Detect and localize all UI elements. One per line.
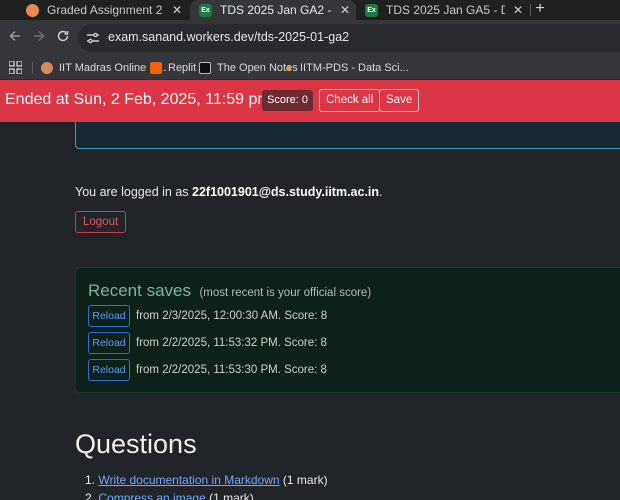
score-badge: Score: 0 [262,90,313,111]
forward-arrow-icon [34,30,45,42]
tab-title: TDS 2025 Jan GA2 - Deployment [220,3,332,17]
tab-separator [530,4,531,16]
bookmark-iitm-pds[interactable]: IITM-PDS - Data Sci... [286,60,409,76]
recent-saves-header: Recent saves (most recent is your offici… [88,281,371,301]
excel-favicon-icon: Ex [199,3,212,17]
deadline-text: Ended at Sun, 2 Feb, 2025, 11:59 pm IST [5,91,301,108]
bookmark-label: IITM-PDS - Data Sci... [300,62,409,74]
bookmark-open-notes[interactable]: The Open Notes [199,60,298,76]
login-suffix: . [379,185,383,199]
replit-icon [150,62,162,74]
question-link[interactable]: Write documentation in Markdown [98,473,279,487]
save-row: Reload from 2/3/2025, 12:00:30 AM. Score… [88,305,327,327]
question-marks: (1 mark) [209,491,254,500]
save-button[interactable]: Save [379,89,420,112]
recent-saves-subtitle: (most recent is your official score) [199,287,372,299]
refresh-icon [57,30,69,42]
close-tab-icon[interactable]: ✕ [170,3,184,17]
question-number: 2. [85,491,96,500]
bookmark-label: Replit [168,62,197,74]
save-info: from 2/2/2025, 11:53:32 PM. Score: 8 [136,337,327,349]
questions-heading: Questions [75,429,197,459]
question-item: 1. Write documentation in Markdown (1 ma… [85,473,328,487]
tab-title: Graded Assignment 2 :: IITM Onl [47,3,164,17]
save-row: Reload from 2/2/2025, 11:53:32 PM. Score… [88,332,327,354]
question-number: 1. [85,473,96,487]
user-email: 22f1001901@ds.study.iitm.ac.in [192,185,380,199]
site-settings-icon[interactable] [86,31,100,45]
tab-tds-ga2[interactable]: Ex TDS 2025 Jan GA2 - Deployment ✕ [190,0,356,20]
notes-icon [199,62,211,74]
new-tab-button[interactable]: + [533,0,547,20]
recent-saves-card: Recent saves (most recent is your offici… [75,267,620,393]
reload-button[interactable]: Reload [88,332,130,354]
browser-toolbar: exam.sanand.workers.dev/tds-2025-01-ga2 [0,20,620,56]
tab-tds-ga5[interactable]: Ex TDS 2025 Jan GA5 - Data Prepar ✕ [365,0,525,20]
dot-icon [286,65,291,71]
recent-saves-title: Recent saves [88,281,191,300]
back-button[interactable] [6,29,24,47]
login-status: You are logged in as 22f1001901@ds.study… [75,185,383,199]
question-item: 2. Compress an image (1 mark) [85,491,254,500]
tab-graded-assignment[interactable]: Graded Assignment 2 :: IITM Onl ✕ [26,0,184,20]
tab-strip: Graded Assignment 2 :: IITM Onl ✕ Ex TDS… [0,0,620,20]
save-info: from 2/3/2025, 12:00:30 AM. Score: 8 [136,310,328,322]
tab-title: TDS 2025 Jan GA5 - Data Prepar [386,3,505,17]
page-content: You are logged in as 22f1001901@ds.study… [0,122,620,500]
instructions-card [75,122,620,149]
address-bar[interactable]: exam.sanand.workers.dev/tds-2025-01-ga2 [78,24,620,52]
close-tab-icon[interactable]: ✕ [511,3,525,17]
logout-button[interactable]: Logout [75,211,127,233]
bookmark-iitm-online[interactable]: IIT Madras Online D... [41,60,166,76]
reload-button[interactable]: Reload [88,359,130,381]
login-prefix: You are logged in as [75,185,192,199]
back-arrow-icon [9,30,20,42]
reload-button[interactable]: Reload [88,305,130,327]
forward-button[interactable] [30,29,48,47]
save-info: from 2/2/2025, 11:53:30 PM. Score: 8 [136,364,327,376]
question-link[interactable]: Compress an image [98,491,205,500]
deadline-banner: Ended at Sun, 2 Feb, 2025, 11:59 pm IST … [0,80,620,122]
url-text: exam.sanand.workers.dev/tds-2025-01-ga2 [108,30,350,44]
excel-favicon-icon: Ex [365,3,378,17]
bookmark-replit[interactable]: Replit [150,60,196,76]
check-all-button[interactable]: Check all [319,89,381,112]
apps-grid-icon[interactable] [9,61,22,74]
question-marks: (1 mark) [282,473,328,487]
close-tab-icon[interactable]: ✕ [338,3,352,17]
moodle-favicon-icon [26,3,39,17]
iitm-icon [41,62,53,74]
bookmarks-bar: IIT Madras Online D... Replit The Open N… [0,56,620,80]
save-row: Reload from 2/2/2025, 11:53:30 PM. Score… [88,359,327,381]
bookmarks-separator [32,62,33,74]
reload-button[interactable] [54,29,72,47]
